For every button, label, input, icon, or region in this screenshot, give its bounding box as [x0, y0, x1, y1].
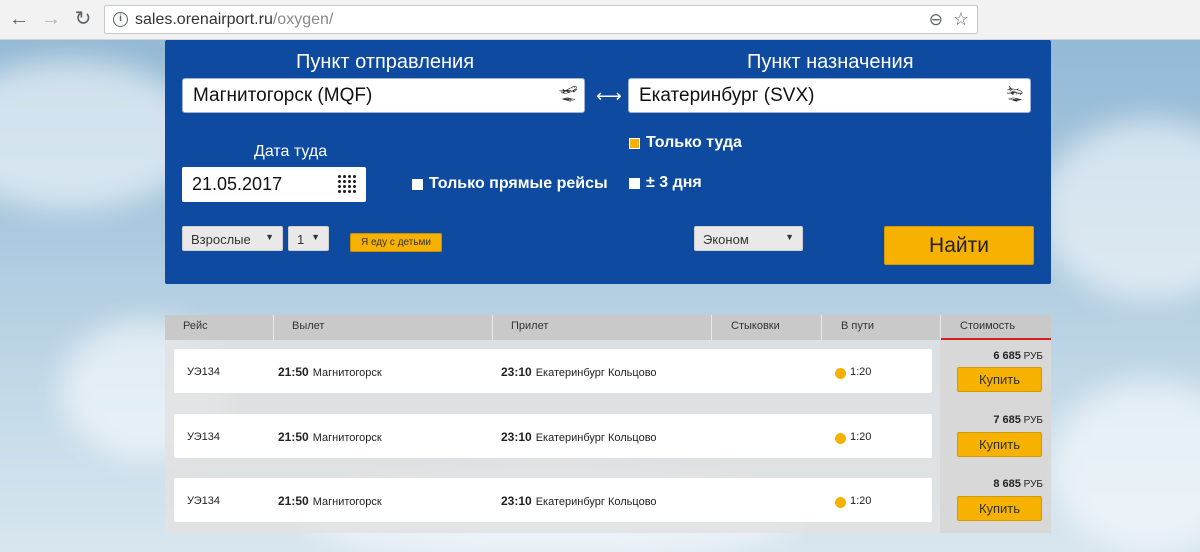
- duration: 1:20: [850, 431, 872, 443]
- date-value: 21.05.2017: [192, 174, 283, 194]
- search-panel: Пункт отправления Пункт назначения Магни…: [165, 40, 1051, 284]
- arrival-city: Екатеринбург Кольцово: [535, 432, 657, 444]
- flight-number: УЭ134: [187, 431, 221, 443]
- arrival-cell: 23:10 Екатеринбург Кольцово: [501, 494, 657, 508]
- destination-heading: Пункт назначения: [747, 51, 914, 73]
- price-value: 8 685: [993, 478, 1021, 490]
- checkbox-box-checked[interactable]: [629, 137, 640, 149]
- arrival-time: 23:10: [501, 494, 532, 508]
- with-children-button[interactable]: Я еду с детьми: [350, 233, 442, 252]
- arrival-city: Екатеринбург Кольцово: [535, 496, 657, 508]
- table-header: Рейс Вылет Прилет Стыковки В пути Стоимо…: [165, 315, 1051, 340]
- duration: 1:20: [850, 366, 872, 378]
- arrival-cell: 23:10 Екатеринбург Кольцово: [501, 430, 657, 444]
- one-way-checkbox[interactable]: Только туда: [629, 134, 742, 152]
- date-heading: Дата туда: [254, 143, 328, 160]
- star-icon[interactable]: ☆: [953, 9, 969, 30]
- address-bar[interactable]: i sales.orenairport.ru/oxygen/ ⊖ ☆: [104, 5, 978, 34]
- table-row[interactable]: УЭ134 21:50 Магнитогорск 23:10 Екатеринбур…: [174, 478, 932, 522]
- results-table: Рейс Вылет Прилет Стыковки В пути Стоимо…: [165, 315, 1051, 533]
- departure-cell: 21:50 Магнитогорск: [278, 365, 382, 379]
- header-divider: [492, 315, 493, 340]
- passenger-count-select[interactable]: 1 ▼: [288, 226, 329, 251]
- departure-cell: 21:50 Магнитогорск: [278, 494, 382, 508]
- clock-icon: [835, 433, 846, 444]
- buy-button[interactable]: Купить: [957, 496, 1042, 521]
- class-select[interactable]: Эконом ▼: [694, 226, 803, 251]
- passenger-type-value: Взрослые: [191, 232, 251, 247]
- direct-only-label: Только прямые рейсы: [429, 175, 608, 192]
- departure-time: 21:50: [278, 365, 309, 379]
- destination-input[interactable]: Екатеринбург (SVX) 🛬︎: [628, 78, 1031, 113]
- arrival-time: 23:10: [501, 430, 532, 444]
- arrival-cell: 23:10 Екатеринбург Кольцово: [501, 365, 657, 379]
- browser-toolbar: ← → ↻ i sales.orenairport.ru/oxygen/ ⊖ ☆: [0, 0, 1200, 40]
- buy-button[interactable]: Купить: [957, 367, 1042, 392]
- price-label: 7 685 РУБ: [993, 414, 1043, 426]
- clock-icon: [835, 497, 846, 508]
- forward-arrow-icon[interactable]: →: [40, 8, 62, 30]
- chevron-down-icon: ▼: [265, 232, 274, 242]
- arrival-city: Екатеринбург Кольцово: [535, 367, 657, 379]
- departure-input[interactable]: Магнитогорск (MQF) 🛫︎: [182, 78, 585, 113]
- buy-button[interactable]: Купить: [957, 432, 1042, 457]
- class-value: Эконом: [703, 232, 749, 247]
- checkbox-box[interactable]: [412, 178, 423, 190]
- passenger-type-select[interactable]: Взрослые ▼: [182, 226, 283, 251]
- header-flight[interactable]: Рейс: [183, 315, 208, 340]
- header-departure[interactable]: Вылет: [292, 315, 324, 340]
- header-divider: [273, 315, 274, 340]
- chevron-down-icon: ▼: [785, 232, 794, 242]
- header-divider: [711, 315, 712, 340]
- flight-number: УЭ134: [187, 495, 221, 507]
- swap-arrows-icon[interactable]: ⟷: [596, 86, 622, 107]
- departure-city: Магнитогорск: [312, 496, 382, 508]
- direct-only-checkbox[interactable]: Только прямые рейсы: [412, 175, 608, 193]
- date-input[interactable]: 21.05.2017: [182, 167, 366, 202]
- departure-time: 21:50: [278, 494, 309, 508]
- header-cost[interactable]: Стоимость: [941, 315, 1051, 340]
- departure-value: Магнитогорск (MQF): [193, 85, 373, 106]
- chevron-down-icon: ▼: [311, 232, 320, 242]
- calendar-icon[interactable]: [337, 174, 357, 194]
- departure-time: 21:50: [278, 430, 309, 444]
- departure-city: Магнитогорск: [312, 432, 382, 444]
- url-host: sales.orenairport.ru: [135, 11, 273, 28]
- currency: РУБ: [1023, 415, 1043, 426]
- plus-minus-label: ± 3 дня: [646, 174, 702, 191]
- url-text[interactable]: sales.orenairport.ru/oxygen/: [135, 11, 333, 29]
- currency: РУБ: [1023, 479, 1043, 490]
- departure-cell: 21:50 Магнитогорск: [278, 430, 382, 444]
- url-path: /oxygen/: [272, 11, 334, 28]
- one-way-label: Только туда: [646, 134, 742, 151]
- header-arrival[interactable]: Прилет: [511, 315, 548, 340]
- zoom-icon[interactable]: ⊖: [929, 10, 943, 30]
- table-row[interactable]: УЭ134 21:50 Магнитогорск 23:10 Екатеринбур…: [174, 414, 932, 458]
- reload-icon[interactable]: ↻: [72, 8, 94, 30]
- info-icon[interactable]: i: [113, 12, 128, 27]
- back-arrow-icon[interactable]: ←: [8, 8, 30, 30]
- passenger-count-value: 1: [297, 232, 305, 247]
- price-value: 7 685: [993, 414, 1021, 426]
- find-button[interactable]: Найти: [884, 226, 1034, 265]
- clock-icon: [835, 368, 846, 379]
- price-label: 8 685 РУБ: [993, 478, 1043, 490]
- price-label: 6 685 РУБ: [993, 350, 1043, 362]
- header-connections[interactable]: Стыковки: [731, 315, 780, 340]
- header-duration[interactable]: В пути: [841, 315, 874, 340]
- takeoff-plane-icon: 🛫︎: [558, 86, 578, 103]
- header-divider: [821, 315, 822, 340]
- price-value: 6 685: [993, 350, 1021, 362]
- arrival-time: 23:10: [501, 365, 532, 379]
- plus-minus-3-days-checkbox[interactable]: ± 3 дня: [629, 174, 702, 192]
- currency: РУБ: [1023, 351, 1043, 362]
- table-row[interactable]: УЭ134 21:50 Магнитогорск 23:10 Екатеринбур…: [174, 349, 932, 393]
- destination-value: Екатеринбург (SVX): [639, 85, 815, 106]
- landing-plane-icon: 🛬︎: [1004, 86, 1024, 103]
- duration: 1:20: [850, 495, 872, 507]
- departure-heading: Пункт отправления: [296, 51, 475, 73]
- departure-city: Магнитогорск: [312, 367, 382, 379]
- flight-number: УЭ134: [187, 366, 221, 378]
- checkbox-box[interactable]: [629, 177, 640, 189]
